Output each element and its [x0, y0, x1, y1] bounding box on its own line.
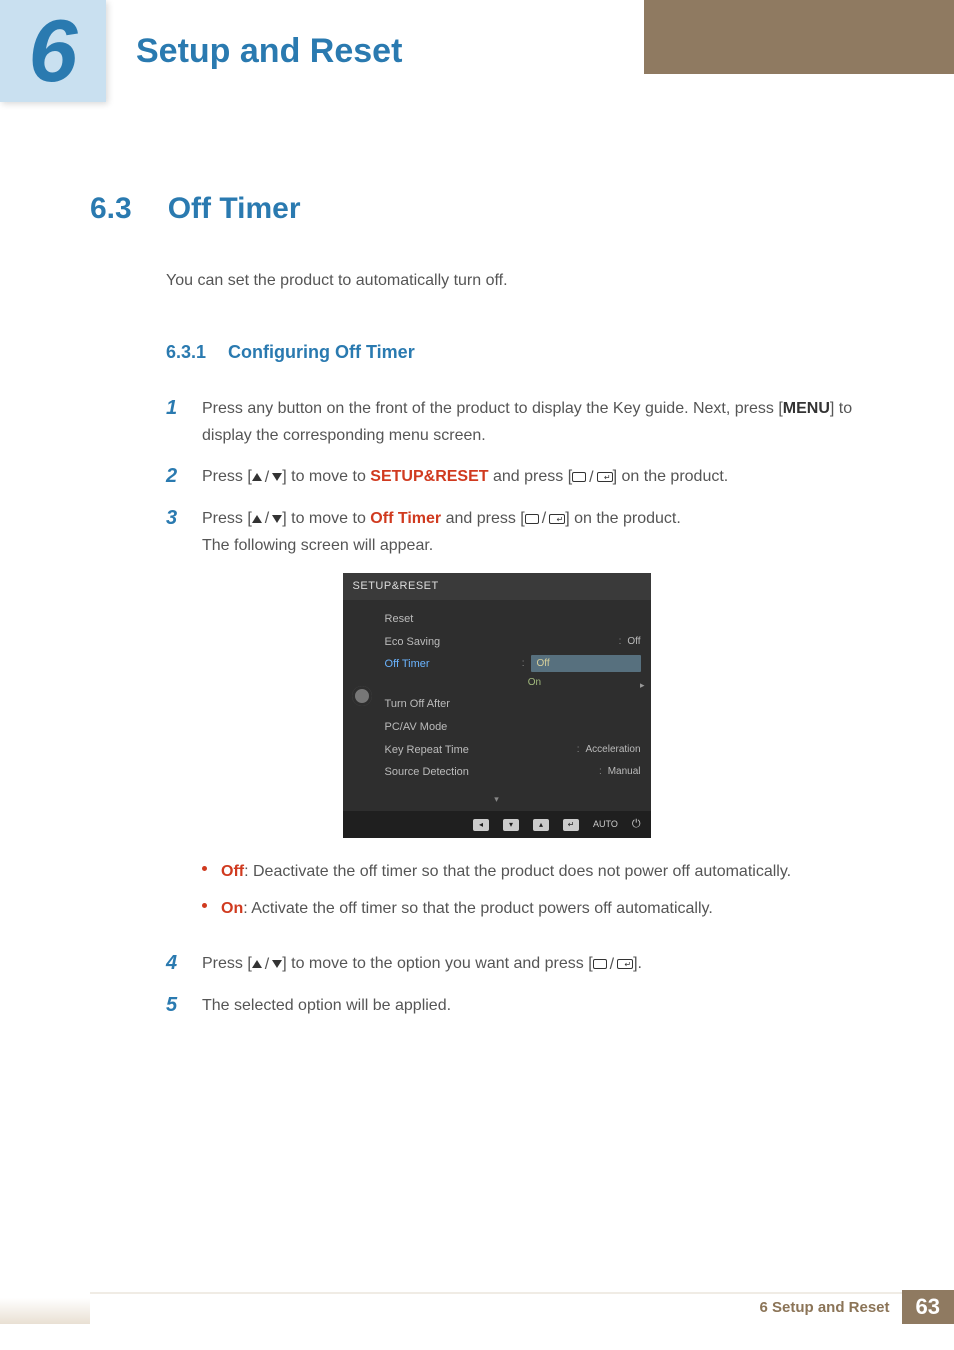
source-enter-icon: / [572, 464, 612, 491]
subsection-title: Configuring Off Timer [228, 342, 415, 363]
page-header: 6 Setup and Reset [0, 0, 954, 102]
footer-page-number: 63 [902, 1290, 954, 1324]
osd-screenshot: SETUP&RESET Reset Eco Saving:Off Off Tim… [343, 573, 651, 838]
section-number: 6.3 [90, 192, 132, 226]
auto-label: AUTO [593, 817, 618, 832]
menu-key-label: MENU [783, 400, 830, 417]
osd-item-offtimer: Off Timer [385, 655, 430, 691]
up-down-icon: / [252, 951, 282, 978]
up-down-icon: / [252, 464, 282, 491]
source-enter-icon: / [593, 951, 633, 978]
chevron-right-icon: ▸ [640, 678, 645, 693]
step-2: 2 Press [/] to move to SETUP&RESET and p… [166, 463, 864, 490]
bullet-off: Off: Deactivate the off timer so that th… [202, 858, 791, 885]
chapter-number: 6 [29, 7, 78, 95]
up-icon: ▴ [533, 819, 549, 831]
off-timer-label: Off Timer [370, 510, 441, 527]
down-icon: ▾ [503, 819, 519, 831]
step-4: 4 Press [/] to move to the option you wa… [166, 950, 864, 977]
osd-item-eco: Eco Saving [385, 633, 441, 652]
section-title: Off Timer [168, 192, 301, 226]
osd-item-turnoff: Turn Off After [385, 695, 450, 714]
osd-offtimer-option-on: On [522, 674, 641, 691]
chapter-title: Setup and Reset [136, 32, 402, 71]
step-list: 1 Press any button on the front of the p… [166, 395, 864, 1019]
gear-icon [349, 608, 375, 784]
up-down-icon: / [252, 505, 282, 532]
subsection-heading: 6.3.1 Configuring Off Timer [166, 342, 864, 363]
osd-item-pcav: PC/AV Mode [385, 718, 448, 737]
option-bullets: Off: Deactivate the off timer so that th… [202, 858, 791, 922]
subsection-number: 6.3.1 [166, 342, 206, 363]
header-accent-bar [644, 0, 954, 74]
step-5: 5 The selected option will be applied. [166, 992, 864, 1019]
section-intro: You can set the product to automatically… [166, 272, 864, 290]
osd-offtimer-selection: Off [531, 655, 641, 672]
osd-footer: ◂ ▾ ▴ ↵ AUTO ⏻ [343, 811, 651, 838]
osd-item-reset: Reset [385, 610, 414, 629]
source-enter-icon: / [525, 505, 565, 532]
chapter-number-box: 6 [0, 0, 106, 102]
section-heading: 6.3 Off Timer [90, 192, 864, 226]
step-1: 1 Press any button on the front of the p… [166, 395, 864, 449]
osd-title: SETUP&RESET [343, 573, 651, 600]
power-icon: ⏻ [632, 815, 641, 834]
page-footer: 6 Setup and Reset 63 [0, 1292, 954, 1350]
bullet-on: On: Activate the off timer so that the p… [202, 895, 791, 922]
left-icon: ◂ [473, 819, 489, 831]
osd-item-src: Source Detection [385, 763, 469, 782]
setup-reset-label: SETUP&RESET [370, 468, 488, 485]
page-content: 6.3 Off Timer You can set the product to… [0, 102, 954, 1019]
chevron-down-icon: ▾ [343, 792, 651, 811]
osd-item-krt: Key Repeat Time [385, 741, 469, 760]
footer-chapter-label: 6 Setup and Reset [759, 1299, 889, 1316]
step-3: 3 Press [/] to move to Off Timer and pre… [166, 505, 864, 937]
enter-icon: ↵ [563, 819, 579, 831]
